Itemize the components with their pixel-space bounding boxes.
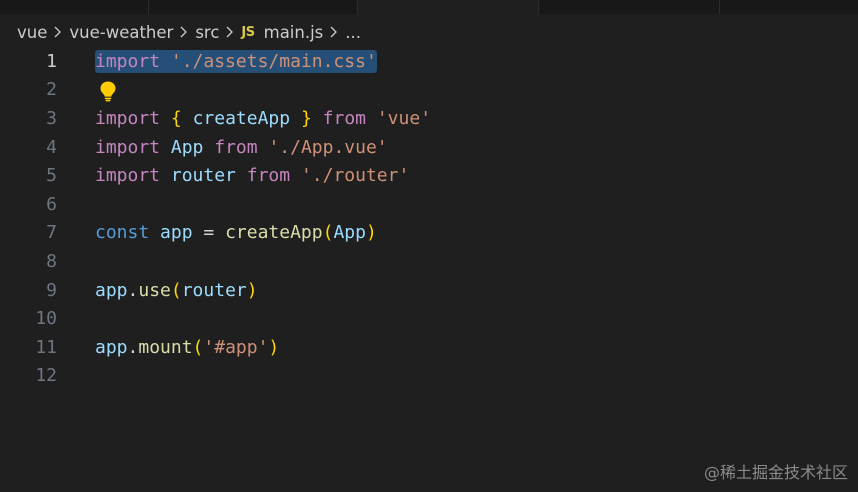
- lightbulb-icon[interactable]: [98, 80, 118, 102]
- line-number: 5: [46, 165, 57, 187]
- line-number: 9: [46, 279, 57, 301]
- code-line: 9 app.use(router): [0, 276, 858, 305]
- keyword: import: [95, 165, 161, 187]
- breadcrumb: vue vue-weather src JS main.js ...: [0, 18, 361, 46]
- string-literal: './router': [300, 165, 410, 187]
- paren: ): [365, 222, 377, 244]
- breadcrumb-item-vue[interactable]: vue: [17, 23, 47, 42]
- paren: (: [322, 222, 334, 244]
- keyword: import: [95, 107, 161, 129]
- code-line: 12: [0, 362, 858, 391]
- line-number: 3: [46, 107, 57, 129]
- code-line: 6: [0, 190, 858, 219]
- code-line: 11 app.mount('#app'): [0, 333, 858, 362]
- code-text: app.use(router): [95, 280, 258, 301]
- watermark: @稀土掘金技术社区: [703, 463, 848, 482]
- line-number: 6: [46, 193, 57, 215]
- code-line: 10: [0, 304, 858, 333]
- identifier: router: [170, 165, 236, 187]
- operator: .: [127, 336, 139, 358]
- code-text: app.mount('#app'): [95, 337, 279, 358]
- code-line: 5 import router from './router': [0, 161, 858, 190]
- code-text: import { createApp } from 'vue': [95, 108, 431, 129]
- tab[interactable]: [539, 0, 720, 14]
- string-literal: './App.vue': [268, 136, 388, 158]
- brace: }: [300, 107, 312, 129]
- code-line: 2: [0, 76, 858, 105]
- line-number: 4: [46, 136, 57, 158]
- keyword: import: [95, 50, 161, 72]
- code-line: 7 const app = createApp(App): [0, 219, 858, 248]
- string-literal: 'vue': [376, 107, 432, 129]
- string-literal: '#app': [203, 336, 269, 358]
- breadcrumb-item-file[interactable]: JS main.js: [241, 23, 323, 42]
- function-name: createApp: [225, 222, 323, 244]
- tab-active[interactable]: [358, 0, 539, 14]
- function-name: mount: [138, 336, 193, 358]
- line-number: 10: [35, 308, 57, 330]
- function-name: use: [138, 279, 171, 301]
- identifier: App: [170, 136, 204, 158]
- operator: =: [203, 222, 215, 244]
- line-number: 8: [46, 250, 57, 272]
- identifier: App: [333, 222, 366, 244]
- editor-tabs: [0, 0, 858, 14]
- keyword: from: [322, 107, 366, 129]
- identifier: app: [95, 336, 128, 358]
- brace: {: [170, 107, 182, 129]
- identifier: app: [95, 279, 128, 301]
- keyword: from: [246, 165, 291, 187]
- keyword: import: [95, 136, 161, 158]
- tab[interactable]: [0, 0, 149, 14]
- paren: (: [170, 279, 182, 301]
- paren: ): [246, 279, 258, 301]
- paren: (: [192, 336, 204, 358]
- selected-code[interactable]: import './assets/main.css': [95, 49, 377, 73]
- code-line: 1 import './assets/main.css': [0, 47, 858, 76]
- operator: .: [127, 279, 139, 301]
- code-text: const app = createApp(App): [95, 222, 377, 243]
- identifier: createApp: [192, 107, 291, 129]
- paren: ): [268, 336, 280, 358]
- string-literal: './assets/main.css': [170, 50, 377, 72]
- breadcrumb-item-vue-weather[interactable]: vue-weather: [69, 23, 173, 42]
- line-number: 2: [46, 79, 57, 101]
- keyword: const: [95, 222, 150, 244]
- javascript-file-icon: JS: [241, 24, 255, 40]
- identifier: app: [160, 222, 193, 244]
- code-line: 4 import App from './App.vue': [0, 133, 858, 162]
- code-text: import router from './router': [95, 165, 409, 186]
- breadcrumb-symbols-ellipsis[interactable]: ...: [345, 23, 361, 42]
- code-editor[interactable]: 1 import './assets/main.css' 2 3 import …: [0, 47, 858, 390]
- breadcrumb-item-src[interactable]: src: [195, 23, 219, 42]
- tab[interactable]: [149, 0, 358, 14]
- code-text: import App from './App.vue': [95, 137, 388, 158]
- line-number: 12: [35, 365, 57, 387]
- breadcrumb-file-name: main.js: [263, 22, 324, 42]
- keyword: from: [214, 136, 258, 158]
- line-number: 7: [46, 222, 57, 244]
- line-number: 1: [46, 50, 57, 72]
- code-line: 3 import { createApp } from 'vue': [0, 104, 858, 133]
- line-number: 11: [35, 336, 57, 358]
- identifier: router: [181, 279, 247, 301]
- chevron-right-icon: [225, 25, 234, 39]
- code-line: 8: [0, 247, 858, 276]
- chevron-right-icon: [179, 25, 188, 39]
- chevron-right-icon: [53, 25, 62, 39]
- chevron-right-icon: [329, 25, 338, 39]
